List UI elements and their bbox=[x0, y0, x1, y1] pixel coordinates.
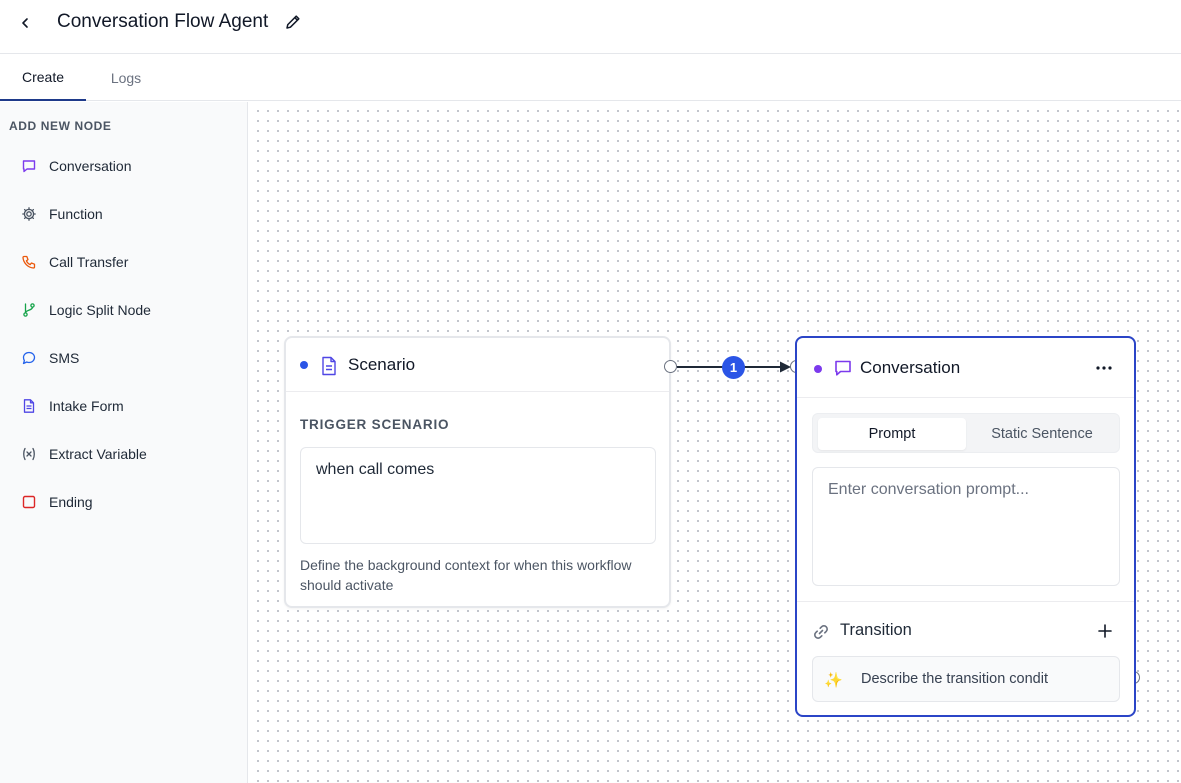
gear-icon bbox=[21, 206, 37, 222]
transition-condition-placeholder: Describe the transition condit bbox=[861, 671, 1048, 687]
sidebar-item-label: Extract Variable bbox=[49, 446, 147, 462]
scenario-title: Scenario bbox=[348, 355, 416, 374]
document-icon bbox=[21, 398, 37, 414]
sidebar-item-logic-split[interactable]: Logic Split Node bbox=[0, 290, 248, 330]
add-transition-button[interactable] bbox=[1094, 620, 1116, 642]
more-options-button[interactable] bbox=[1092, 358, 1116, 378]
sidebar-item-label: Logic Split Node bbox=[49, 302, 151, 318]
prompt-type-toggle: Prompt Static Sentence bbox=[812, 413, 1120, 453]
more-horizontal-icon bbox=[1096, 366, 1112, 370]
conversation-prompt-input[interactable]: Enter conversation prompt... bbox=[812, 467, 1120, 586]
variable-icon bbox=[21, 446, 37, 462]
phone-icon bbox=[21, 254, 37, 270]
tab-create[interactable]: Create bbox=[0, 55, 86, 101]
page-title: Conversation Flow Agent bbox=[57, 11, 269, 32]
conversation-node[interactable]: Conversation Prompt Static Sentence Ente… bbox=[795, 336, 1136, 717]
edge-label-badge[interactable]: 1 bbox=[722, 356, 745, 379]
sidebar-item-call-transfer[interactable]: Call Transfer bbox=[0, 242, 248, 282]
sidebar: ADD NEW NODE Conversation Function Call … bbox=[0, 102, 248, 783]
conversation-title: Conversation bbox=[860, 358, 961, 377]
plus-icon bbox=[1098, 624, 1112, 638]
conversation-node-header: Conversation bbox=[797, 338, 1134, 398]
sidebar-item-intake-form[interactable]: Intake Form bbox=[0, 386, 248, 426]
sidebar-item-ending[interactable]: Ending bbox=[0, 482, 248, 522]
tab-logs[interactable]: Logs bbox=[86, 55, 166, 101]
sidebar-item-label: Conversation bbox=[49, 158, 132, 174]
sidebar-item-label: SMS bbox=[49, 350, 80, 366]
git-branch-icon bbox=[21, 302, 37, 318]
transition-condition-input[interactable]: ✨ Describe the transition condit bbox=[812, 656, 1120, 702]
sidebar-item-label: Ending bbox=[49, 494, 93, 510]
scenario-node[interactable]: Scenario TRIGGER SCENARIO when call come… bbox=[284, 336, 671, 608]
sidebar-item-label: Call Transfer bbox=[49, 254, 129, 270]
edit-title-button[interactable] bbox=[283, 12, 303, 32]
transition-label: Transition bbox=[840, 621, 912, 639]
back-button[interactable] bbox=[14, 12, 36, 34]
message-square-icon bbox=[833, 358, 853, 378]
scenario-node-header: Scenario bbox=[286, 338, 669, 392]
sparkle-icon: ✨ bbox=[824, 672, 843, 689]
square-icon bbox=[21, 494, 37, 510]
message-circle-icon bbox=[21, 350, 37, 366]
sidebar-item-extract-variable[interactable]: Extract Variable bbox=[0, 434, 248, 474]
header: Conversation Flow Agent bbox=[0, 0, 1181, 54]
tab-bar: Create Logs bbox=[0, 55, 1181, 101]
trigger-scenario-input[interactable]: when call comes bbox=[300, 447, 656, 544]
trigger-help-text: Define the background context for when t… bbox=[300, 557, 632, 593]
chevron-left-icon bbox=[22, 18, 28, 28]
link-icon bbox=[812, 623, 830, 641]
trigger-scenario-label: TRIGGER SCENARIO bbox=[300, 417, 450, 432]
status-dot bbox=[300, 361, 308, 369]
static-sentence-toggle-button[interactable]: Static Sentence bbox=[968, 418, 1116, 450]
transition-header: Transition bbox=[812, 618, 1120, 646]
status-dot bbox=[814, 365, 822, 373]
sidebar-item-function[interactable]: Function bbox=[0, 194, 248, 234]
document-icon bbox=[320, 356, 338, 376]
pencil-icon bbox=[286, 15, 300, 29]
prompt-toggle-button[interactable]: Prompt bbox=[818, 418, 966, 450]
sidebar-item-sms[interactable]: SMS bbox=[0, 338, 248, 378]
sidebar-item-label: Function bbox=[49, 206, 103, 222]
sidebar-heading: ADD NEW NODE bbox=[9, 119, 112, 133]
message-square-icon bbox=[21, 158, 37, 174]
divider bbox=[797, 601, 1134, 602]
scenario-output-handle[interactable] bbox=[664, 360, 677, 373]
sidebar-item-label: Intake Form bbox=[49, 398, 124, 414]
sidebar-item-conversation[interactable]: Conversation bbox=[0, 146, 248, 186]
